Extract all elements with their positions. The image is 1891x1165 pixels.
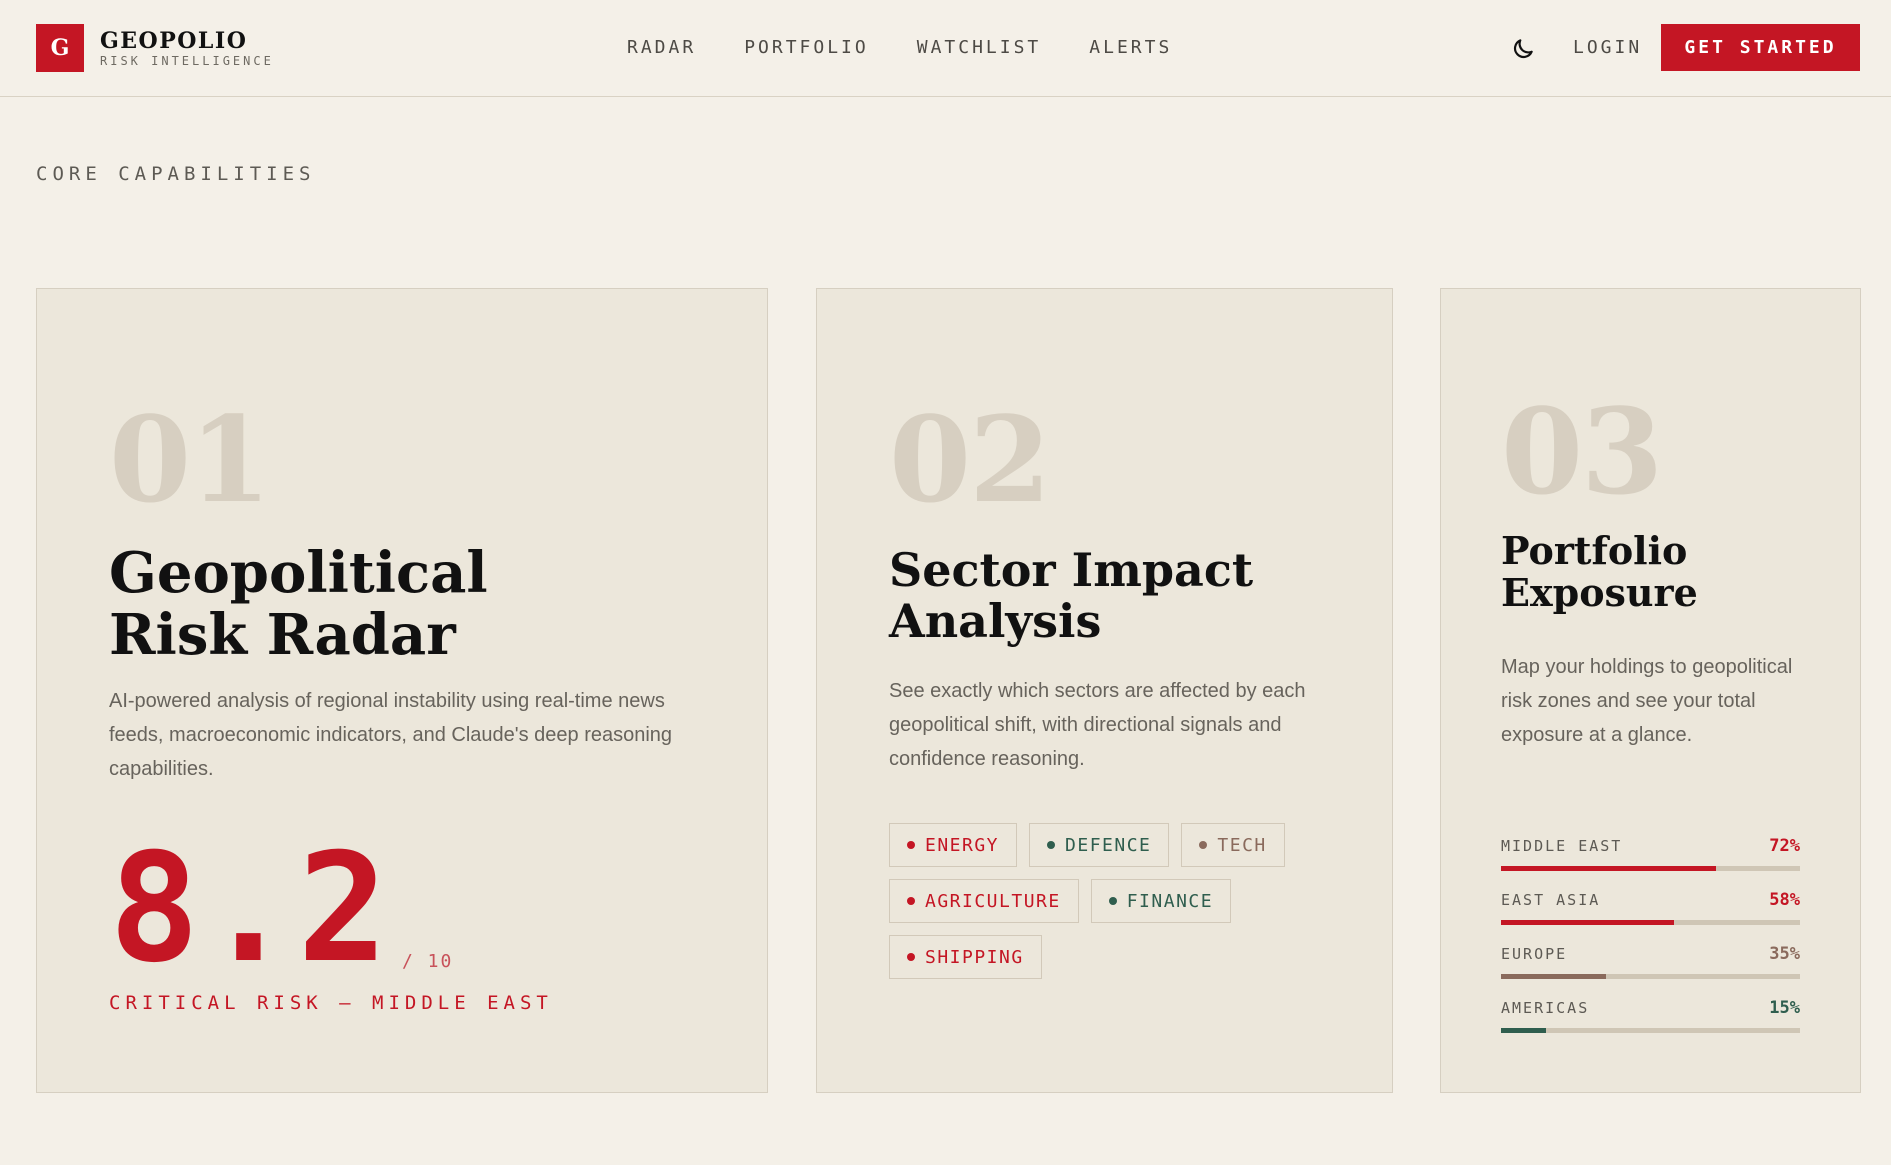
brand-text: GEOPOLIO RISK INTELLIGENCE [100, 28, 274, 68]
exposure-row: EAST ASIA 58% [1501, 889, 1800, 943]
logo-mark: G [36, 24, 84, 72]
exposure-percent: 72% [1769, 836, 1800, 856]
risk-score: 8.2 / 10 [109, 834, 453, 984]
brand-logo[interactable]: G GEOPOLIO RISK INTELLIGENCE [36, 24, 274, 72]
status-dot [907, 841, 915, 849]
exposure-row: AMERICAS 15% [1501, 997, 1800, 1051]
tag-label: SHIPPING [925, 946, 1024, 968]
theme-toggle-button[interactable] [1510, 36, 1536, 62]
risk-score-value: 8.2 [109, 822, 392, 996]
tag-label: AGRICULTURE [925, 890, 1061, 912]
exposure-fill [1501, 974, 1606, 979]
risk-level-label: CRITICAL RISK — MIDDLE EAST [109, 992, 553, 1014]
tag-label: FINANCE [1126, 890, 1214, 912]
brand-tagline: RISK INTELLIGENCE [100, 54, 274, 68]
capability-card-portfolio: 03 Portfolio Exposure Map your holdings … [1440, 288, 1861, 1093]
exposure-track [1501, 974, 1800, 979]
exposure-bars: MIDDLE EAST 72% EAST ASIA 58% EUROPE 35% AM… [1501, 835, 1800, 1051]
sector-tag-tech[interactable]: TECH [1181, 823, 1285, 867]
card-description: AI-powered analysis of regional instabil… [109, 690, 673, 780]
tag-label: ENERGY [925, 834, 1000, 856]
card-description: Map your holdings to geopolitical risk z… [1501, 656, 1793, 746]
capability-card-sector: 02 Sector Impact Analysis See exactly wh… [816, 288, 1393, 1093]
exposure-row: EUROPE 35% [1501, 943, 1800, 997]
tag-label: TECH [1217, 834, 1267, 856]
status-dot [1047, 841, 1056, 849]
moon-icon [1513, 39, 1533, 59]
get-started-button[interactable]: GET STARTED [1661, 24, 1860, 71]
nav-watchlist[interactable]: WATCHLIST [917, 36, 1042, 60]
brand-name: GEOPOLIO [100, 28, 248, 54]
top-header: G GEOPOLIO RISK INTELLIGENCE RADAR PORTF… [0, 0, 1891, 97]
sector-tags: ENERGY DEFENCE TECH AGRICULTURE FINANCE … [889, 823, 1309, 979]
section-label: CORE CAPABILITIES [36, 163, 316, 185]
sector-tag-shipping[interactable]: SHIPPING [889, 935, 1042, 979]
exposure-region: EUROPE [1501, 945, 1568, 963]
exposure-region: EAST ASIA [1501, 891, 1601, 909]
sector-tag-defence[interactable]: DEFENCE [1029, 823, 1170, 867]
card-title: Geopolitical Risk Radar [109, 540, 488, 668]
exposure-track [1501, 1028, 1800, 1033]
exposure-region: AMERICAS [1501, 999, 1590, 1017]
nav-portfolio[interactable]: PORTFOLIO [744, 36, 869, 60]
card-number: 01 [109, 390, 271, 529]
main-nav: RADAR PORTFOLIO WATCHLIST ALERTS [627, 36, 1172, 60]
exposure-row: MIDDLE EAST 72% [1501, 835, 1800, 889]
risk-score-scale: / 10 [401, 951, 454, 972]
card-title: Portfolio Exposure [1501, 528, 1698, 615]
nav-radar[interactable]: RADAR [627, 36, 696, 60]
card-title: Sector Impact Analysis [889, 543, 1254, 648]
exposure-region: MIDDLE EAST [1501, 837, 1623, 855]
status-dot [1199, 841, 1208, 849]
exposure-fill [1501, 920, 1675, 925]
exposure-fill [1501, 1028, 1546, 1033]
status-dot [907, 897, 915, 905]
capability-card-radar: 01 Geopolitical Risk Radar AI-powered an… [36, 288, 768, 1093]
exposure-track [1501, 866, 1800, 871]
exposure-percent: 35% [1769, 944, 1800, 964]
exposure-fill [1501, 866, 1717, 871]
exposure-track [1501, 920, 1800, 925]
status-dot [1108, 897, 1117, 905]
exposure-percent: 58% [1769, 890, 1800, 910]
sector-tag-finance[interactable]: FINANCE [1090, 879, 1232, 923]
tag-label: DEFENCE [1065, 834, 1152, 856]
login-link[interactable]: LOGIN [1573, 36, 1642, 60]
status-dot [907, 953, 915, 961]
nav-alerts[interactable]: ALERTS [1089, 36, 1172, 60]
sector-tag-energy[interactable]: ENERGY [889, 823, 1018, 867]
exposure-percent: 15% [1769, 998, 1800, 1018]
card-number: 02 [889, 390, 1051, 529]
card-description: See exactly which sectors are affected b… [889, 680, 1306, 770]
sector-tag-agriculture[interactable]: AGRICULTURE [889, 879, 1079, 923]
card-number: 03 [1501, 382, 1663, 521]
